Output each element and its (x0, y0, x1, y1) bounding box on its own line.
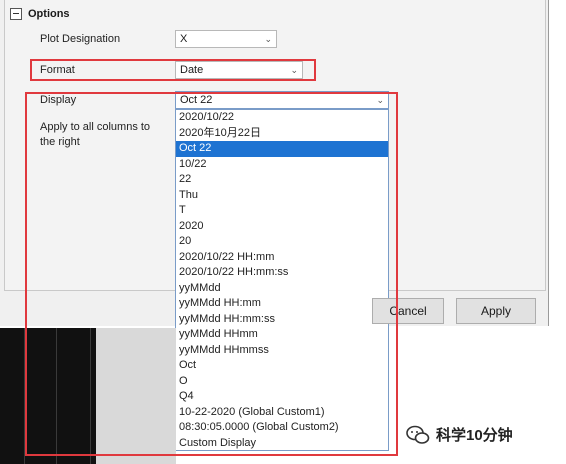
dropdown-item[interactable]: yyMMdd HHmmss (176, 343, 388, 359)
dropdown-item[interactable]: T (176, 203, 388, 219)
grid-line (56, 328, 57, 464)
plot-designation-label: Plot Designation (40, 33, 121, 45)
chevron-down-icon: ⌄ (290, 64, 298, 75)
watermark-text: 科学10分钟 (436, 427, 513, 444)
dropdown-item[interactable]: Oct (176, 358, 388, 374)
apply-button[interactable]: Apply (456, 298, 536, 324)
dropdown-item[interactable]: yyMMdd HHmm (176, 327, 388, 343)
worksheet-gray-area (96, 328, 176, 464)
display-select[interactable]: Oct 22 ⌄ (175, 91, 389, 109)
format-label: Format (40, 64, 75, 76)
dropdown-item[interactable]: 2020/10/22 (176, 110, 388, 126)
dropdown-item[interactable]: O (176, 374, 388, 390)
dropdown-item[interactable]: 10/22 (176, 157, 388, 173)
display-dropdown-list[interactable]: 2020/10/22 2020年10月22日 Oct 22 10/22 22 Thu T 20… (175, 109, 389, 451)
grid-line (90, 328, 91, 464)
dropdown-item[interactable]: Oct 22 (176, 141, 388, 157)
plot-designation-select[interactable]: X ⌄ (175, 30, 277, 48)
format-value: Date (180, 64, 204, 76)
dropdown-item[interactable]: Custom Display (176, 436, 388, 451)
dropdown-item[interactable]: yyMMdd (176, 281, 388, 297)
dropdown-item[interactable]: 08:30:05.0000 (Global Custom2) (176, 420, 388, 436)
chevron-down-icon: ⌄ (264, 33, 272, 44)
dropdown-item[interactable]: 20 (176, 234, 388, 250)
options-section-header[interactable]: Options (10, 6, 70, 22)
cancel-button[interactable]: Cancel (372, 298, 444, 324)
dropdown-item[interactable]: yyMMdd HH:mm (176, 296, 388, 312)
dropdown-item[interactable]: 2020/10/22 HH:mm (176, 250, 388, 266)
format-select[interactable]: Date ⌄ (175, 61, 303, 79)
grid-line (24, 328, 25, 464)
dropdown-item[interactable]: 2020年10月22日 (176, 126, 388, 142)
display-value: Oct 22 (180, 94, 213, 106)
section-title: Options (28, 8, 70, 20)
display-label: Display (40, 94, 77, 106)
dropdown-item[interactable]: Q4 (176, 389, 388, 405)
apply-all-label-line1: Apply to all columns to (40, 121, 151, 133)
dropdown-item[interactable]: 2020 (176, 219, 388, 235)
collapse-icon[interactable] (10, 8, 22, 20)
dropdown-item[interactable]: Thu (176, 188, 388, 204)
watermark: 科学10分钟 (406, 424, 513, 445)
dropdown-item[interactable]: 10-22-2020 (Global Custom1) (176, 405, 388, 421)
chevron-down-icon: ⌄ (376, 94, 384, 105)
dropdown-item[interactable]: 22 (176, 172, 388, 188)
apply-all-label-line2: the right (40, 136, 80, 148)
wechat-icon (406, 425, 430, 444)
dropdown-item[interactable]: yyMMdd HH:mm:ss (176, 312, 388, 328)
plot-designation-value: X (180, 33, 188, 45)
worksheet-area (0, 328, 96, 464)
dropdown-item[interactable]: 2020/10/22 HH:mm:ss (176, 265, 388, 281)
